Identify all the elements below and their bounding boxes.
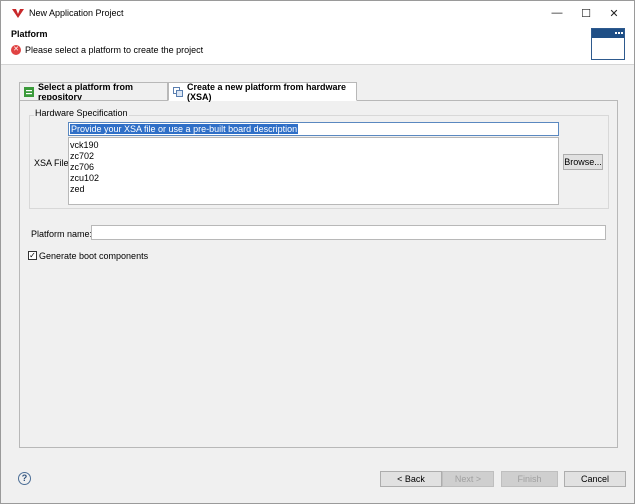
page-title: Platform xyxy=(11,29,48,39)
finish-button[interactable]: Finish xyxy=(501,471,558,487)
cancel-button[interactable]: Cancel xyxy=(564,471,626,487)
generate-boot-label[interactable]: Generate boot components xyxy=(39,251,148,261)
wizard-dialog: New Application Project — ☐ ✕ Platform ✕… xyxy=(0,0,635,504)
platform-name-input[interactable] xyxy=(91,225,606,240)
header-message: Please select a platform to create the p… xyxy=(25,45,204,55)
minimize-button[interactable]: — xyxy=(548,5,566,21)
board-item[interactable]: vck190 xyxy=(70,140,99,151)
board-item[interactable]: zc706 xyxy=(70,162,94,173)
xsa-combo-value[interactable]: Provide your XSA file or use a pre-built… xyxy=(70,124,299,134)
window-title: New Application Project xyxy=(29,8,124,18)
error-icon: ✕ xyxy=(11,45,21,55)
maximize-button[interactable]: ☐ xyxy=(577,5,595,21)
platform-name-label: Platform name: xyxy=(31,229,93,239)
board-list[interactable]: vck190 zc702 zc706 zcu102 zed xyxy=(68,137,559,205)
board-item[interactable]: zcu102 xyxy=(70,173,99,184)
xsa-file-label: XSA File: xyxy=(34,158,72,168)
board-item[interactable]: zc702 xyxy=(70,151,94,162)
vitis-logo-icon xyxy=(12,9,24,18)
help-icon[interactable]: ? xyxy=(18,472,31,485)
wizard-header: Platform ✕ Please select a platform to c… xyxy=(1,25,634,65)
board-item[interactable]: zed xyxy=(70,184,85,195)
tab-create-platform-hardware[interactable]: Create a new platform from hardware (XSA… xyxy=(168,81,357,102)
browse-button[interactable]: Browse... xyxy=(563,154,603,170)
repository-icon xyxy=(24,87,34,97)
hardware-platform-icon xyxy=(173,86,183,97)
tab-select-platform-repository[interactable]: Select a platform from repository xyxy=(19,82,168,102)
title-bar[interactable]: New Application Project — ☐ ✕ xyxy=(1,1,634,25)
group-label: Hardware Specification xyxy=(34,108,129,118)
tab-label: Create a new platform from hardware (XSA… xyxy=(187,81,347,102)
next-button[interactable]: Next > xyxy=(442,471,494,487)
close-button[interactable]: ✕ xyxy=(605,5,623,21)
back-button[interactable]: < Back xyxy=(380,471,442,487)
xsa-file-combo[interactable]: Provide your XSA file or use a pre-built… xyxy=(68,122,559,136)
wizard-banner-icon xyxy=(591,28,625,60)
generate-boot-checkbox[interactable]: ✓ xyxy=(28,251,37,260)
tab-label: Select a platform from repository xyxy=(38,82,134,102)
